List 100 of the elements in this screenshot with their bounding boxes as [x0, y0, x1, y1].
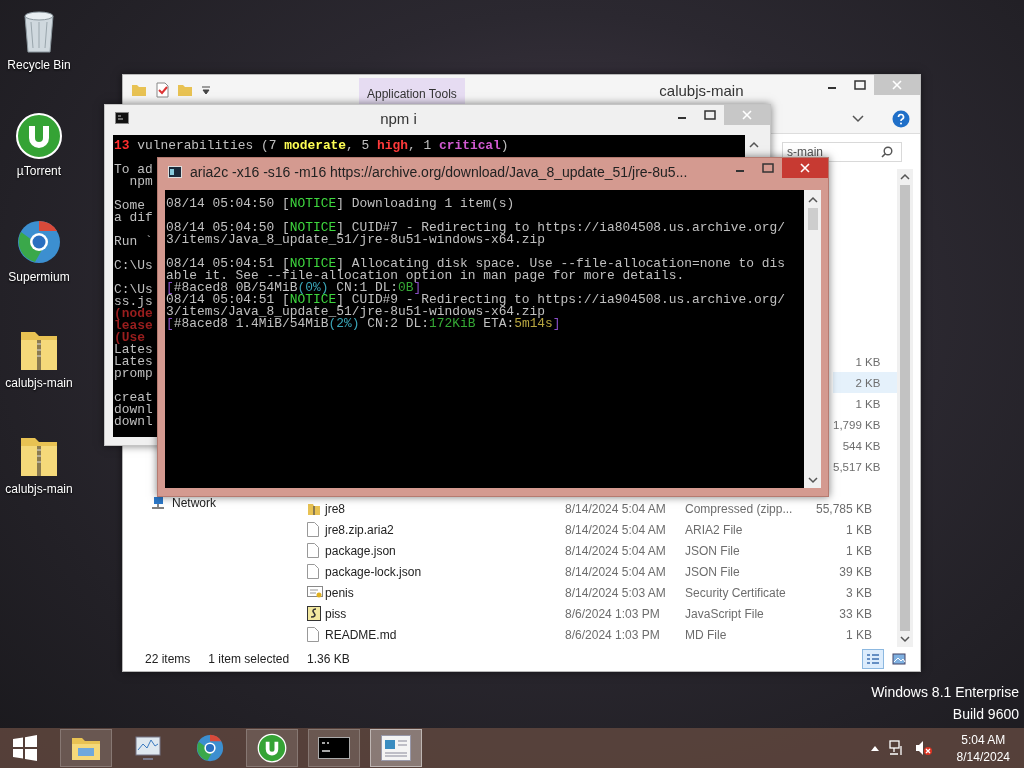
- console-line: [#8aced8 0B/54MiB(0%) CN:1 DL:0B]: [166, 282, 422, 294]
- file-row[interactable]: piss 8/6/2024 1:03 PM JavaScript File 33 KB: [297, 603, 898, 624]
- window-taskbar-button[interactable]: [370, 729, 422, 767]
- file-size: 3 KB: [845, 585, 873, 600]
- file-type: Compressed (zipp...: [685, 501, 794, 516]
- nav-item[interactable]: Network: [172, 496, 216, 510]
- file-size: 1 KB: [845, 522, 873, 537]
- console-line: [#8aced8 1.4MiB/54MiB(2%) CN:2 DL:172KiB ETA:5m14s]: [166, 318, 561, 330]
- console-line: (Use: [114, 332, 145, 344]
- file-name: jre8: [325, 501, 347, 516]
- console-line: downl: [114, 404, 153, 416]
- date-modified: 8/14/2024 5:04 AM: [565, 564, 667, 579]
- desktop-icon-label[interactable]: Recycle Bin: [7, 58, 71, 72]
- date-modified: 8/14/2024 5:04 AM: [565, 501, 667, 516]
- scroll-down-icon[interactable]: [900, 635, 911, 643]
- file-name: jre8.zip.aria2: [325, 522, 395, 537]
- file-size: 33 KB: [838, 606, 873, 621]
- console-line: ss.js: [114, 296, 153, 308]
- file-row[interactable]: 2 KB: [833, 372, 898, 393]
- file-row[interactable]: 1 KB: [833, 351, 898, 372]
- console-line: able it. See --file-allocation option in man page for more details.: [166, 270, 685, 282]
- file-type: JSON File: [685, 543, 741, 558]
- file-row[interactable]: jre8.zip.aria2 8/14/2024 5:04 AM ARIA2 File 1 KB: [297, 519, 898, 540]
- speaker-muted-icon[interactable]: [914, 740, 933, 756]
- file-row[interactable]: package.json 8/14/2024 5:04 AM JSON File 1 KB: [297, 540, 898, 561]
- window-title: aria2c -x16 -s16 -m16 https://archive.org/download/Java_8_update_51/jre-8u5...: [190, 164, 689, 180]
- window-title: calubjs-main: [658, 81, 745, 99]
- console-line: 08/14 05:04:51 [NOTICE] CUID#9 - Redirecting to https://ia904508.us.archive.org/: [166, 294, 785, 306]
- console-line: Run `: [114, 236, 153, 248]
- utorrent-icon[interactable]: [15, 112, 63, 160]
- scroll-up-icon[interactable]: [900, 173, 911, 181]
- certificate-icon: [307, 585, 324, 600]
- file-icon: [307, 564, 320, 579]
- desktop-icon-label[interactable]: Supermium: [8, 270, 70, 284]
- console-icon[interactable]: [115, 112, 129, 124]
- file-row[interactable]: jre8 8/14/2024 5:04 AM Compressed (zipp... 55,785 KB: [297, 498, 898, 519]
- dropdown-caret-icon[interactable]: [201, 85, 211, 95]
- console-line: C:\Us: [114, 260, 153, 272]
- maximize-icon[interactable]: [854, 80, 866, 90]
- show-hidden-icons-icon[interactable]: [870, 745, 879, 751]
- selection-size: 1.36 KB: [307, 652, 350, 666]
- console-line: 3/items/Java_8_update_51/jre-8u51-windows-x64.zip: [166, 306, 546, 318]
- windows-logo-icon[interactable]: [12, 735, 38, 761]
- zipped-folder-icon: [307, 501, 322, 516]
- clock-time[interactable]: 5:04 AM: [961, 732, 1006, 747]
- console-taskbar-button[interactable]: [308, 729, 360, 767]
- file-size: 1 KB: [845, 627, 873, 642]
- monitor-chart-icon[interactable]: [133, 734, 163, 762]
- globe-icon[interactable]: [15, 218, 63, 266]
- clock-date[interactable]: 8/14/2024: [956, 749, 1010, 764]
- folder-taskbar-button[interactable]: [60, 729, 112, 767]
- os-build-text: Build 9600: [952, 706, 1019, 722]
- item-count: 22 items: [145, 652, 191, 666]
- console-icon[interactable]: [318, 737, 350, 759]
- network-icon[interactable]: [888, 740, 905, 756]
- globe-icon[interactable]: [195, 733, 225, 763]
- file-size: 55,785 KB: [815, 501, 873, 516]
- console-line: npm: [128, 176, 153, 188]
- file-row[interactable]: 5,517 KB: [833, 456, 898, 477]
- console-line: 08/14 05:04:50 [NOTICE] CUID#7 - Redirecting to https://ia804508.us.archive.org/: [166, 222, 785, 234]
- close-button[interactable]: [782, 158, 828, 178]
- scroll-up-icon[interactable]: [807, 196, 818, 204]
- date-modified: 8/14/2024 5:04 AM: [565, 522, 667, 537]
- date-modified: 8/14/2024 5:04 AM: [565, 543, 667, 558]
- scroll-up-icon[interactable]: [748, 141, 759, 149]
- file-type: JSON File: [685, 564, 741, 579]
- desktop-icon-label[interactable]: calubjs-main: [5, 376, 73, 390]
- file-row[interactable]: README.md 8/6/2024 1:03 PM MD File 1 KB: [297, 624, 898, 645]
- window-title: npm i: [379, 109, 418, 127]
- console-line: 3/items/Java_8_update_51/jre-8u51-windows-x64.zip: [166, 234, 546, 246]
- file-icon: [307, 627, 320, 642]
- file-row[interactable]: package-lock.json 8/14/2024 5:04 AM JSON File 39 KB: [297, 561, 898, 582]
- console-line: Lates: [114, 344, 153, 356]
- scroll-down-icon[interactable]: [807, 476, 818, 484]
- chevron-down-icon[interactable]: [852, 115, 864, 123]
- file-row[interactable]: 1,799 KB: [833, 414, 898, 435]
- maximize-icon[interactable]: [704, 110, 716, 120]
- file-name: package.json: [325, 543, 397, 558]
- close-icon[interactable]: [800, 163, 810, 173]
- date-modified: 8/6/2024 1:03 PM: [565, 627, 661, 642]
- script-icon: [307, 606, 322, 621]
- file-row[interactable]: 1 KB: [833, 393, 898, 414]
- utorrent-icon[interactable]: [257, 733, 287, 763]
- file-icon: [307, 543, 320, 558]
- properties-icon[interactable]: [155, 82, 169, 98]
- file-row[interactable]: 544 KB: [833, 435, 898, 456]
- console-line: Some: [114, 200, 145, 212]
- help-icon[interactable]: [892, 110, 910, 128]
- console-line: downl: [114, 416, 153, 428]
- desktop-icon-label[interactable]: µTorrent: [16, 164, 62, 178]
- desktop-icon-label[interactable]: calubjs-main: [5, 482, 73, 496]
- search-icon[interactable]: [881, 145, 893, 158]
- window-icon[interactable]: [381, 735, 411, 761]
- file-size: 39 KB: [838, 564, 873, 579]
- maximize-icon[interactable]: [762, 163, 774, 173]
- file-name: penis: [325, 585, 355, 600]
- context-tab[interactable]: Application Tools: [359, 77, 465, 107]
- file-row[interactable]: penis 8/14/2024 5:03 AM Security Certificate 3 KB: [297, 582, 898, 603]
- network-icon[interactable]: [150, 496, 166, 510]
- utorrent-taskbar-button[interactable]: [246, 729, 298, 767]
